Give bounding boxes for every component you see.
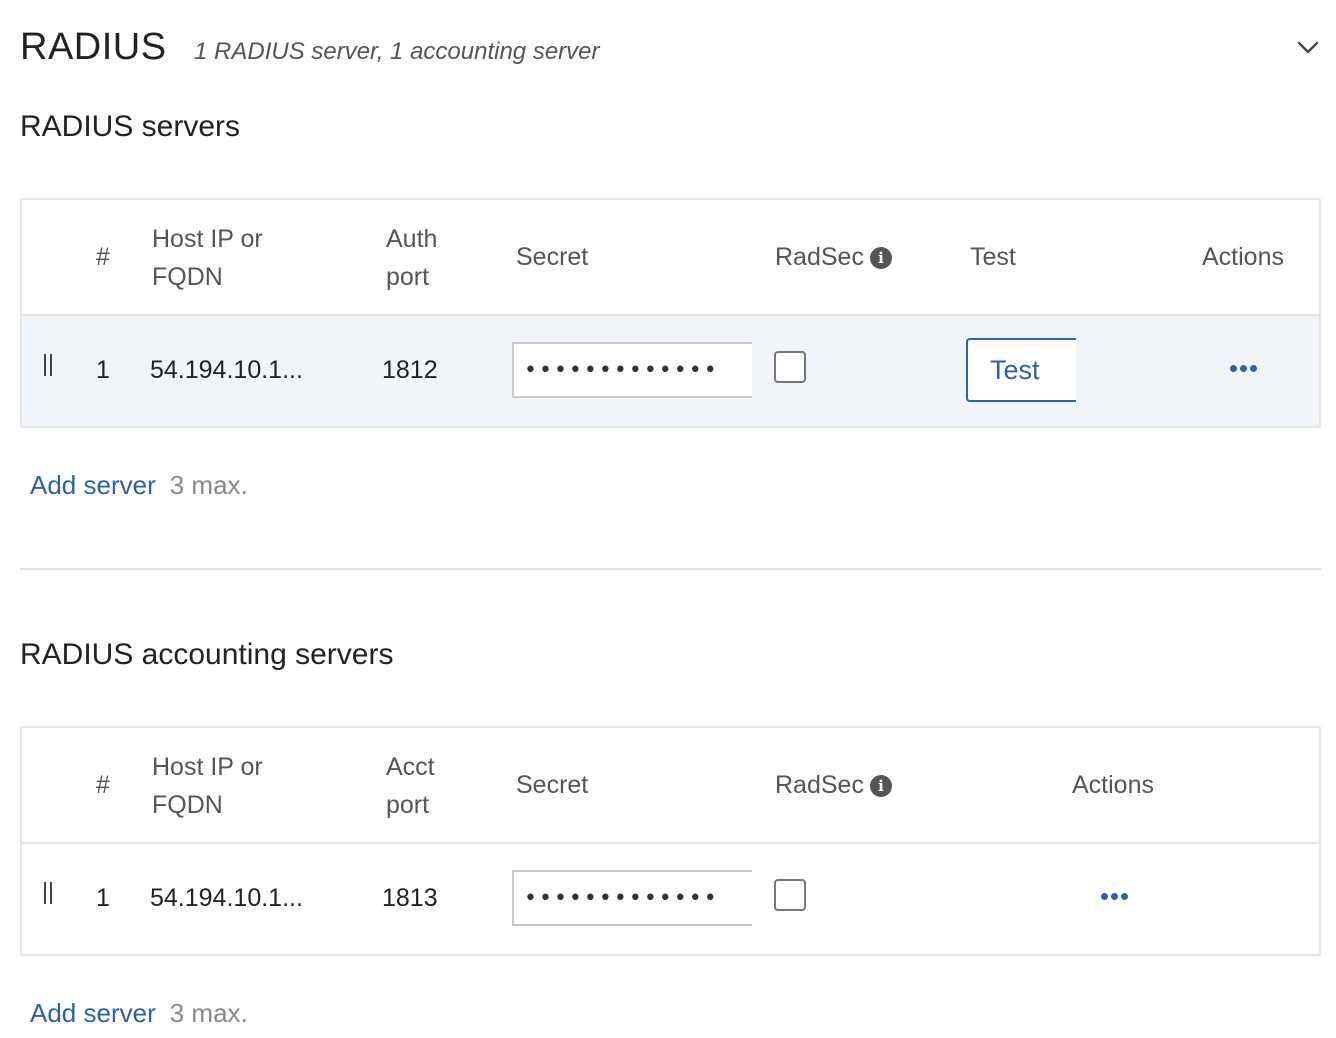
radius-servers-table: # Host IP or FQDN Auth port Secret RadSe… xyxy=(20,198,1321,428)
info-icon[interactable]: i xyxy=(869,775,892,797)
col-test: Test xyxy=(970,243,1016,271)
add-server-row: Add server 3 max. xyxy=(30,470,248,501)
col-port: Acct port xyxy=(386,753,435,819)
row-port[interactable]: 1812 xyxy=(382,356,438,385)
table-header: # Host IP or FQDN Auth port Secret RadSe… xyxy=(22,200,1319,316)
table-row: 1 54.194.10.1... 1813 ••••••••••••• xyxy=(22,844,1319,954)
max-note: 3 max. xyxy=(169,998,248,1028)
max-note: 3 max. xyxy=(169,470,248,500)
secret-input[interactable]: ••••••••••••• xyxy=(512,342,752,398)
chevron-down-icon[interactable] xyxy=(1296,36,1320,60)
row-num: 1 xyxy=(96,356,110,384)
section-title: RADIUS xyxy=(20,26,167,68)
row-host[interactable]: 54.194.10.1... xyxy=(150,356,303,385)
section-summary: 1 RADIUS server, 1 accounting server xyxy=(194,38,600,65)
row-num: 1 xyxy=(96,884,110,912)
drag-handle-icon[interactable] xyxy=(42,882,54,904)
col-port: Auth port xyxy=(386,225,438,291)
col-actions: Actions xyxy=(1202,243,1284,271)
col-secret: Secret xyxy=(516,243,589,271)
row-host[interactable]: 54.194.10.1... xyxy=(150,884,303,913)
drag-handle-icon[interactable] xyxy=(42,354,54,376)
radius-section-header[interactable]: RADIUS 1 RADIUS server, 1 accounting ser… xyxy=(20,26,1320,76)
section-divider xyxy=(20,568,1321,570)
col-num: # xyxy=(96,771,110,799)
add-server-link[interactable]: Add server xyxy=(30,470,156,500)
col-num: # xyxy=(96,243,110,271)
radsec-checkbox[interactable] xyxy=(774,879,806,911)
col-host: Host IP or FQDN xyxy=(152,753,263,819)
secret-input[interactable]: ••••••••••••• xyxy=(512,870,752,926)
radius-servers-title: RADIUS servers xyxy=(20,110,241,143)
test-button[interactable]: Test xyxy=(966,338,1076,402)
col-radsec: RadSec i xyxy=(775,238,892,276)
col-secret: Secret xyxy=(516,771,589,799)
add-server-row: Add server 3 max. xyxy=(30,998,248,1029)
accounting-servers-table: # Host IP or FQDN Acct port Secret RadSe… xyxy=(20,726,1321,956)
table-row: 1 54.194.10.1... 1812 ••••••••••••• Test xyxy=(22,316,1319,426)
row-port[interactable]: 1813 xyxy=(382,884,438,913)
col-host: Host IP or FQDN xyxy=(152,225,263,291)
table-header: # Host IP or FQDN Acct port Secret RadSe… xyxy=(22,728,1319,844)
col-actions: Actions xyxy=(1072,771,1154,799)
more-actions-icon[interactable] xyxy=(1230,365,1258,373)
info-icon[interactable]: i xyxy=(869,247,892,269)
accounting-servers-title: RADIUS accounting servers xyxy=(20,638,394,671)
more-actions-icon[interactable] xyxy=(1101,893,1129,901)
col-radsec: RadSec i xyxy=(775,766,892,804)
add-server-link[interactable]: Add server xyxy=(30,998,156,1028)
radsec-checkbox[interactable] xyxy=(774,351,806,383)
